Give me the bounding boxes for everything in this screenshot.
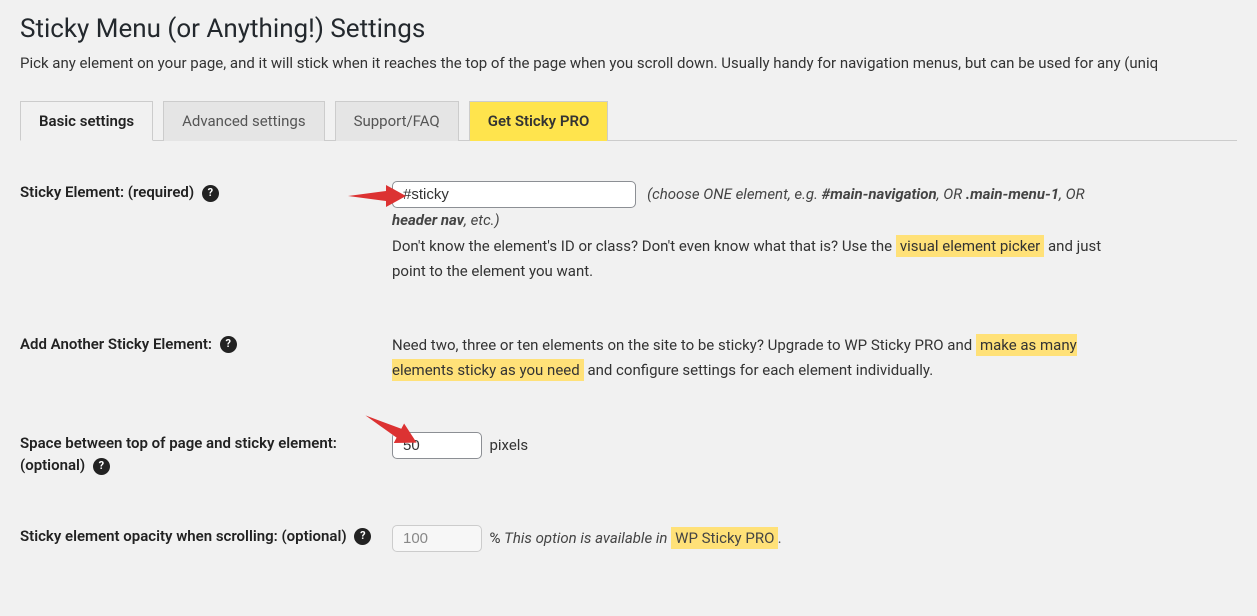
hint-text: , OR bbox=[1059, 185, 1085, 203]
wp-sticky-pro-link[interactable]: WP Sticky PRO bbox=[671, 527, 778, 549]
help-icon[interactable]: ? bbox=[220, 336, 237, 353]
help-icon[interactable]: ? bbox=[354, 528, 371, 545]
sticky-element-label: Sticky Element: (required) bbox=[20, 183, 194, 201]
space-top-input[interactable] bbox=[392, 432, 482, 459]
hint-example: #main-navigation bbox=[822, 185, 937, 203]
opacity-label: Sticky element opacity when scrolling: (… bbox=[20, 527, 347, 545]
page-title: Sticky Menu (or Anything!) Settings bbox=[20, 14, 1237, 44]
tab-advanced-settings[interactable]: Advanced settings bbox=[163, 101, 324, 141]
help-icon[interactable]: ? bbox=[202, 185, 219, 202]
sticky-element-input[interactable] bbox=[392, 181, 636, 208]
row-opacity: Sticky element opacity when scrolling: (… bbox=[20, 525, 1237, 552]
add-another-label: Add Another Sticky Element: bbox=[20, 335, 212, 353]
tab-support-faq[interactable]: Support/FAQ bbox=[335, 101, 459, 141]
hint-example: header nav bbox=[392, 211, 464, 229]
row-add-another: Add Another Sticky Element: ? Need two, … bbox=[20, 333, 1237, 384]
page-intro: Pick any element on your page, and it wi… bbox=[20, 54, 1237, 72]
tabs-nav: Basic settings Advanced settings Support… bbox=[20, 100, 1237, 141]
upgrade-text: Need two, three or ten elements on the s… bbox=[392, 336, 976, 354]
help-text: Don't know the element's ID or class? Do… bbox=[392, 237, 896, 255]
hint-text: , etc.) bbox=[464, 211, 500, 229]
opacity-input bbox=[392, 525, 482, 552]
hint-text: (choose ONE element, e.g. bbox=[647, 185, 821, 203]
percent-label: % bbox=[489, 529, 504, 547]
unit-label: pixels bbox=[489, 436, 528, 454]
pro-hint-text: . bbox=[778, 529, 782, 547]
hint-text: , OR bbox=[937, 185, 966, 203]
tab-basic-settings[interactable]: Basic settings bbox=[20, 101, 153, 141]
help-icon[interactable]: ? bbox=[93, 458, 110, 475]
upgrade-text: and configure settings for each element … bbox=[587, 361, 933, 379]
row-space-top: Space between top of page and sticky ele… bbox=[20, 432, 1237, 477]
hint-example: .main-menu-1 bbox=[966, 185, 1059, 203]
pro-hint-text: This option is available in bbox=[504, 529, 671, 547]
space-top-label: Space between top of page and sticky ele… bbox=[20, 434, 337, 475]
tab-get-sticky-pro[interactable]: Get Sticky PRO bbox=[469, 101, 609, 141]
visual-element-picker-link[interactable]: visual element picker bbox=[896, 235, 1044, 257]
row-sticky-element: Sticky Element: (required) ? (choose ONE… bbox=[20, 181, 1237, 285]
